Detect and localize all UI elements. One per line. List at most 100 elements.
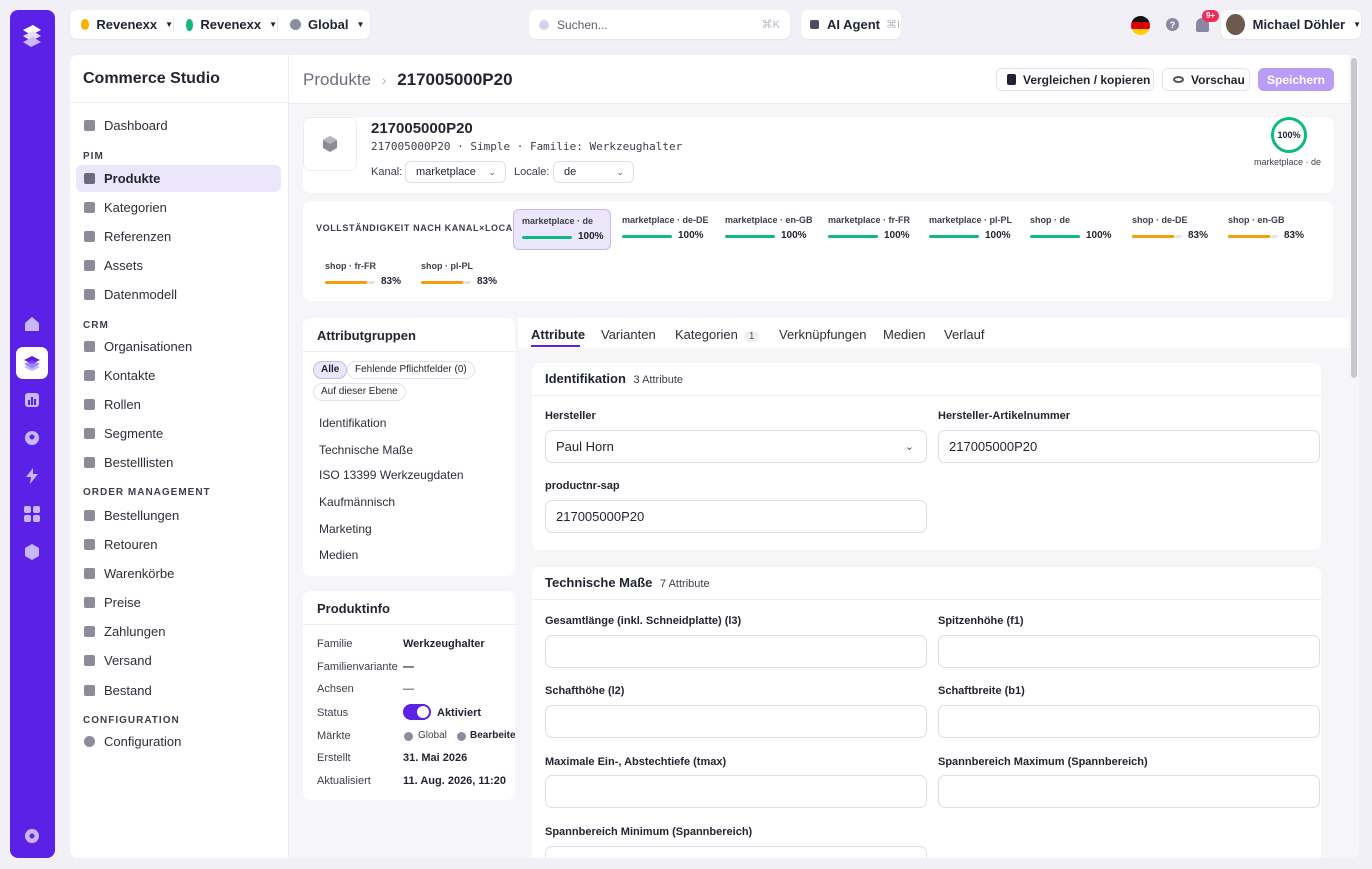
workspace-1-dropdown[interactable]: Revenexx ▼ bbox=[70, 17, 173, 32]
completeness-label: marketplace · en-GB bbox=[725, 215, 813, 225]
grid-icon[interactable] bbox=[22, 504, 42, 524]
ai-agent-button[interactable]: AI Agent ⌘I bbox=[801, 10, 901, 39]
tab-verlauf[interactable]: Verlauf bbox=[944, 327, 984, 342]
completeness-entry[interactable]: shop · pl-PL 83% bbox=[413, 255, 511, 296]
help-icon[interactable]: ? bbox=[1166, 18, 1179, 31]
filter-chip-level[interactable]: Auf dieser Ebene bbox=[313, 383, 406, 401]
scrollbar[interactable] bbox=[1349, 55, 1359, 858]
divider bbox=[532, 395, 1321, 396]
spannbereich-max-input[interactable] bbox=[938, 775, 1320, 808]
folder-icon bbox=[84, 202, 95, 213]
group-link[interactable]: Kaufmännisch bbox=[319, 495, 395, 509]
sidebar-item-assets[interactable]: Assets bbox=[76, 252, 281, 279]
completeness-entry[interactable]: marketplace · fr-FR 100% bbox=[820, 209, 918, 250]
breadcrumb-parent-link[interactable]: Produkte bbox=[303, 70, 371, 89]
sidebar-item-dashboard[interactable]: Dashboard bbox=[76, 112, 281, 139]
home-icon[interactable] bbox=[22, 314, 42, 334]
product-info-title: Produktinfo bbox=[317, 601, 390, 616]
completeness-entry[interactable]: shop · en-GB 83% bbox=[1220, 209, 1318, 250]
sidebar-item-warenkoerbe[interactable]: Warenkörbe bbox=[76, 560, 281, 587]
group-link[interactable]: Identifikation bbox=[319, 416, 386, 430]
markets-edit-button[interactable]: Bearbeiten bbox=[470, 730, 515, 741]
sidebar-item-zahlungen[interactable]: Zahlungen bbox=[76, 618, 281, 645]
sidebar: Commerce Studio Dashboard PIM Produkte K… bbox=[70, 55, 289, 858]
scrollbar-thumb[interactable] bbox=[1351, 58, 1357, 378]
page-title: 217005000P20 bbox=[397, 70, 513, 89]
filter-chip-missing[interactable]: Fehlende Pflichtfelder (0) bbox=[347, 361, 475, 379]
sidebar-item-bestelllisten[interactable]: Bestelllisten bbox=[76, 449, 281, 476]
cube-icon[interactable] bbox=[22, 542, 42, 562]
completeness-entry[interactable]: shop · fr-FR 83% bbox=[317, 255, 415, 296]
completeness-bar-fill bbox=[1132, 235, 1174, 238]
sidebar-item-organisationen[interactable]: Organisationen bbox=[76, 333, 281, 360]
sidebar-item-configuration[interactable]: Configuration bbox=[76, 728, 281, 755]
sidebar-item-kategorien[interactable]: Kategorien bbox=[76, 194, 281, 221]
sidebar-item-preise[interactable]: Preise bbox=[76, 589, 281, 616]
productnr-sap-input[interactable]: 217005000P20 bbox=[545, 500, 927, 533]
flag-de-icon[interactable] bbox=[1131, 16, 1150, 35]
sidebar-item-bestellungen[interactable]: Bestellungen bbox=[76, 502, 281, 529]
workspace-2-dropdown[interactable]: Revenexx ▼ bbox=[173, 17, 277, 32]
tab-count-badge: 1 bbox=[743, 331, 760, 342]
sidebar-section-label: ORDER MANAGEMENT bbox=[83, 487, 211, 498]
completeness-entry[interactable]: shop · de-DE 83% bbox=[1124, 209, 1222, 250]
hersteller-artikelnummer-input[interactable]: 217005000P20 bbox=[938, 430, 1320, 463]
sidebar-item-referenzen[interactable]: Referenzen bbox=[76, 223, 281, 250]
sidebar-item-segmente[interactable]: Segmente bbox=[76, 420, 281, 447]
sidebar-item-kontakte[interactable]: Kontakte bbox=[76, 362, 281, 389]
field-label: Hersteller bbox=[545, 410, 596, 422]
tab-kategorien[interactable]: Kategorien 1 bbox=[675, 327, 760, 342]
location-icon[interactable] bbox=[22, 428, 42, 448]
tmax-input[interactable] bbox=[545, 775, 927, 808]
info-label: Familienvariante bbox=[317, 661, 398, 673]
group-link[interactable]: Medien bbox=[319, 548, 358, 562]
completeness-entry[interactable]: marketplace · de 100% bbox=[513, 209, 611, 250]
workspace-1-icon bbox=[81, 19, 90, 30]
tab-medien[interactable]: Medien bbox=[883, 327, 926, 342]
lightning-icon[interactable] bbox=[22, 466, 42, 486]
spitzenhoehe-input[interactable] bbox=[938, 635, 1320, 668]
locale-select[interactable]: de ⌄ bbox=[553, 161, 634, 183]
completeness-label: shop · de bbox=[1030, 215, 1070, 225]
preview-button[interactable]: Vorschau bbox=[1162, 68, 1250, 91]
tag-icon bbox=[84, 597, 95, 608]
group-link[interactable]: ISO 13399 Werkzeugdaten bbox=[319, 468, 464, 482]
sidebar-item-produkte[interactable]: Produkte bbox=[76, 165, 281, 192]
completeness-entry[interactable]: marketplace · de-DE 100% bbox=[614, 209, 712, 250]
completeness-entry[interactable]: shop · de 100% bbox=[1022, 209, 1120, 250]
sidebar-item-datenmodell[interactable]: Datenmodell bbox=[76, 281, 281, 308]
completeness-entry[interactable]: marketplace · pl-PL 100% bbox=[921, 209, 1019, 250]
channel-select[interactable]: marketplace ⌄ bbox=[405, 161, 506, 183]
group-link[interactable]: Technische Maße bbox=[319, 443, 413, 457]
section-title: Technische Maße 7 Attribute bbox=[545, 575, 710, 590]
sidebar-item-retouren[interactable]: Retouren bbox=[76, 531, 281, 558]
search-input[interactable]: Suchen... ⌘K bbox=[529, 10, 790, 39]
info-label: Aktualisiert bbox=[317, 775, 371, 787]
sidebar-item-versand[interactable]: Versand bbox=[76, 647, 281, 674]
app-logo-icon[interactable] bbox=[19, 22, 45, 48]
completeness-entry[interactable]: marketplace · en-GB 100% bbox=[717, 209, 815, 250]
tab-attribute[interactable]: Attribute bbox=[531, 327, 585, 342]
chart-icon[interactable] bbox=[22, 390, 42, 410]
completeness-bar bbox=[325, 281, 375, 284]
tab-verknuepfungen[interactable]: Verknüpfungen bbox=[779, 327, 866, 342]
markets-value: Global bbox=[418, 730, 447, 741]
region-dropdown[interactable]: Global ▼ bbox=[277, 17, 364, 32]
schafthoehe-input[interactable] bbox=[545, 705, 927, 738]
save-button[interactable]: Speichern bbox=[1258, 68, 1334, 91]
hersteller-select[interactable]: Paul Horn ⌄ bbox=[545, 430, 927, 463]
settings-gear-icon[interactable] bbox=[22, 826, 42, 846]
user-menu[interactable]: Michael Döhler ▼ bbox=[1221, 10, 1361, 39]
sidebar-item-bestand[interactable]: Bestand bbox=[76, 677, 281, 704]
group-link[interactable]: Marketing bbox=[319, 522, 372, 536]
schaftbreite-input[interactable] bbox=[938, 705, 1320, 738]
layers-icon[interactable] bbox=[16, 347, 48, 379]
filter-chip-alle[interactable]: Alle bbox=[313, 361, 348, 379]
spannbereich-min-input[interactable] bbox=[545, 846, 927, 858]
status-toggle[interactable] bbox=[403, 704, 431, 720]
gesamtlaenge-input[interactable] bbox=[545, 635, 927, 668]
compare-copy-button[interactable]: Vergleichen / kopieren bbox=[996, 68, 1154, 91]
sidebar-item-rollen[interactable]: Rollen bbox=[76, 391, 281, 418]
tab-varianten[interactable]: Varianten bbox=[601, 327, 656, 342]
field-label: Schaftbreite (b1) bbox=[938, 685, 1025, 697]
